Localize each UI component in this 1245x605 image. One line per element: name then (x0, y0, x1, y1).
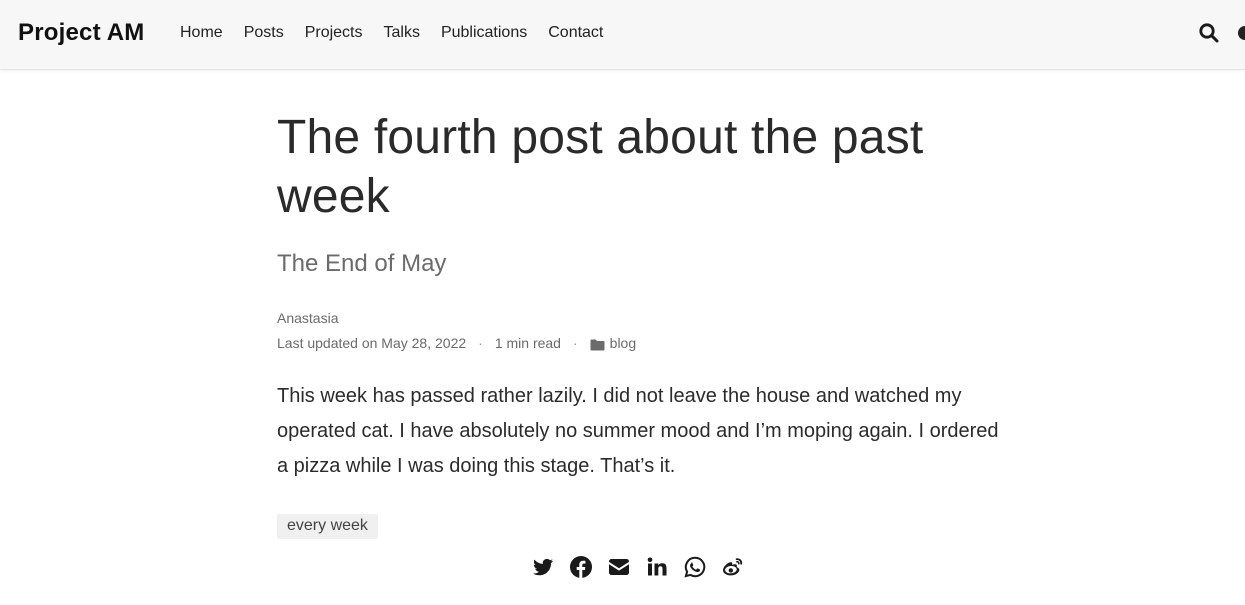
nav-item-projects[interactable]: Projects (305, 24, 363, 42)
weibo-icon[interactable] (721, 555, 745, 579)
read-time: 1 min read (494, 335, 561, 351)
nav-item-contact[interactable]: Contact (548, 24, 603, 42)
page-title: The fourth post about the past week (277, 111, 924, 223)
nav-item-posts[interactable]: Posts (244, 24, 284, 42)
page-subtitle: The End of May (277, 250, 447, 277)
nav-item-publications[interactable]: Publications (441, 24, 527, 42)
share-bar (531, 555, 759, 579)
article: The fourth post about the past week The … (277, 108, 1007, 539)
linkedin-icon[interactable] (645, 555, 669, 579)
nav-item-home[interactable]: Home (180, 24, 223, 42)
navbar: Project AM Home Posts Projects Talks Pub… (0, 0, 1245, 70)
post-tags: every week (277, 514, 1007, 539)
search-icon[interactable] (1198, 22, 1220, 44)
meta-separator: · (572, 335, 578, 351)
folder-icon (590, 337, 605, 351)
meta-separator: · (478, 335, 483, 351)
facebook-icon[interactable] (569, 555, 593, 579)
twitter-icon[interactable] (531, 555, 555, 579)
category-link[interactable]: blog (610, 334, 636, 352)
email-icon[interactable] (607, 555, 631, 579)
post-body: This week has passed rather lazily. I di… (277, 385, 999, 477)
post-meta: Last updated on May 28, 2022 · 1 min rea… (277, 334, 1007, 352)
nav-item-talks[interactable]: Talks (384, 24, 420, 42)
moon-icon[interactable] (1238, 26, 1245, 40)
site-brand[interactable]: Project AM (18, 19, 144, 47)
tag-link[interactable]: every week (277, 514, 378, 539)
whatsapp-icon[interactable] (683, 555, 707, 579)
last-updated: Last updated on May 28, 2022 (277, 335, 467, 351)
post-author[interactable]: Anastasia (277, 309, 1007, 327)
main-nav: Home Posts Projects Talks Publications C… (180, 24, 624, 42)
